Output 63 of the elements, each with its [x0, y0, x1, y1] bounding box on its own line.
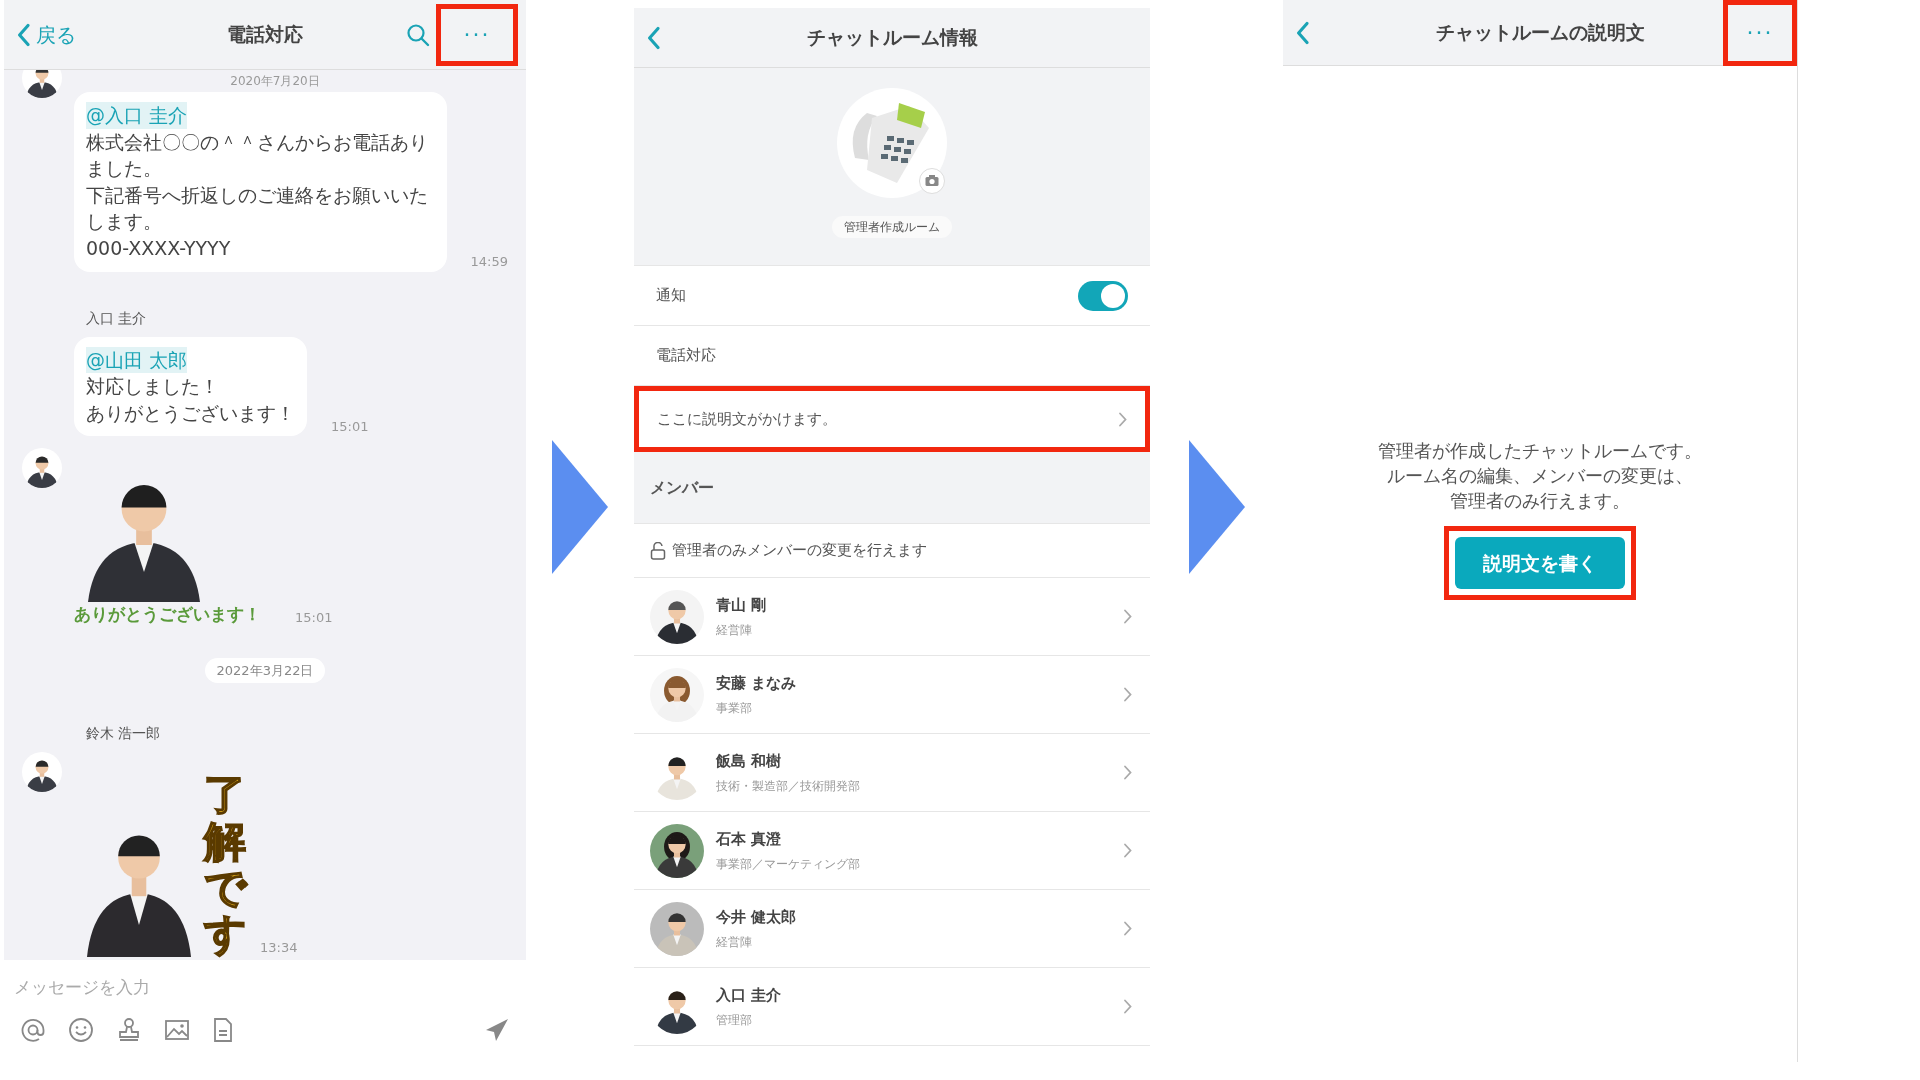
screen-title: チャットルームの説明文 [1435, 21, 1645, 44]
stamp-icon[interactable] [116, 1017, 142, 1043]
sender-name: 入口 圭介 [86, 308, 148, 328]
message-text: 000-XXXX-YYYY [86, 236, 231, 259]
description-row[interactable]: ここに説明文がかけます。 [639, 407, 1145, 431]
setting-label: 通知 [656, 285, 686, 307]
member-department: 技術・製造部／技術開発部 [716, 777, 860, 795]
member-department: 管理部 [716, 1011, 753, 1029]
date-label: 2020年7月20日 [230, 73, 320, 90]
lock-note: 管理者のみメンバーの変更を行えます [672, 540, 927, 562]
chevron-icon [1123, 843, 1132, 859]
member-department: 事業部 [716, 699, 753, 717]
message-text: 対応しました！ [86, 375, 219, 398]
description-text: 管理者が作成したチャットルームです。 [1378, 440, 1702, 461]
camera-icon[interactable] [919, 168, 945, 194]
member-department: 経営陣 [716, 933, 753, 951]
chevron-icon [1123, 687, 1132, 703]
chevron-icon [1123, 999, 1132, 1015]
message-field[interactable]: メッセージを入力 [4, 960, 526, 1006]
chat-title: 電話対応 [227, 23, 303, 46]
member-name: 安藤 まなみ [716, 673, 797, 695]
sticker-caption: ありがとうございます！ [74, 604, 261, 625]
description-text: 管理者のみ行えます。 [1450, 490, 1630, 512]
search-icon[interactable] [406, 22, 430, 47]
member-name: 飯島 和樹 [716, 751, 783, 773]
image-icon[interactable] [164, 1018, 190, 1042]
sticker-caption: 了解です [204, 772, 246, 958]
chevron-icon [1295, 20, 1310, 45]
chevron-icon [1123, 609, 1132, 625]
smiley-icon[interactable] [68, 1017, 94, 1043]
member-department: 事業部／マーケティング部 [716, 855, 860, 873]
member-name: 青山 剛 [716, 595, 767, 617]
message-time: 15:01 [330, 417, 369, 436]
right-arrow-icon [552, 440, 608, 574]
message-text: 株式会社〇〇の＾＾さんからお電話ありました。 [86, 130, 428, 180]
chevron-icon [1123, 921, 1132, 937]
chevron-icon [1123, 765, 1132, 781]
right-arrow-icon [1188, 440, 1245, 574]
message-time: 15:01 [294, 609, 333, 628]
sender-name: 鈴木 浩一郎 [86, 724, 162, 744]
message-text: 下記番号へ折返しのご連絡をお願いいたします。 [86, 183, 428, 233]
member-name: 入口 圭介 [716, 985, 782, 1007]
member-name: 今井 健太郎 [716, 907, 797, 929]
message-time: 14:59 [469, 253, 508, 272]
member-name: 石本 真澄 [716, 829, 783, 851]
document-icon[interactable] [212, 1017, 234, 1043]
message-time: 13:34 [259, 938, 298, 957]
room-tag: 管理者作成ルーム [832, 216, 952, 238]
description-text: ルーム名の編集、メンバーの変更は、 [1387, 465, 1693, 487]
member-department: 経営陣 [716, 621, 753, 639]
send-icon[interactable] [484, 1018, 510, 1042]
date-divider: 2022年3月22日 [204, 657, 326, 684]
section-heading: メンバー [650, 476, 714, 499]
chevron-icon [1118, 411, 1127, 427]
toggle-switch[interactable] [1078, 280, 1128, 311]
chevron-icon [16, 22, 31, 47]
chevron-icon [646, 25, 661, 50]
description-text: ここに説明文がかけます。 [657, 408, 837, 430]
message-text: ありがとうございます！ [86, 401, 295, 424]
lock-icon [650, 541, 666, 560]
screen-title: チャットルーム情報 [806, 26, 978, 49]
mention-icon[interactable] [20, 1017, 46, 1043]
room-name: 電話対応 [656, 345, 716, 367]
